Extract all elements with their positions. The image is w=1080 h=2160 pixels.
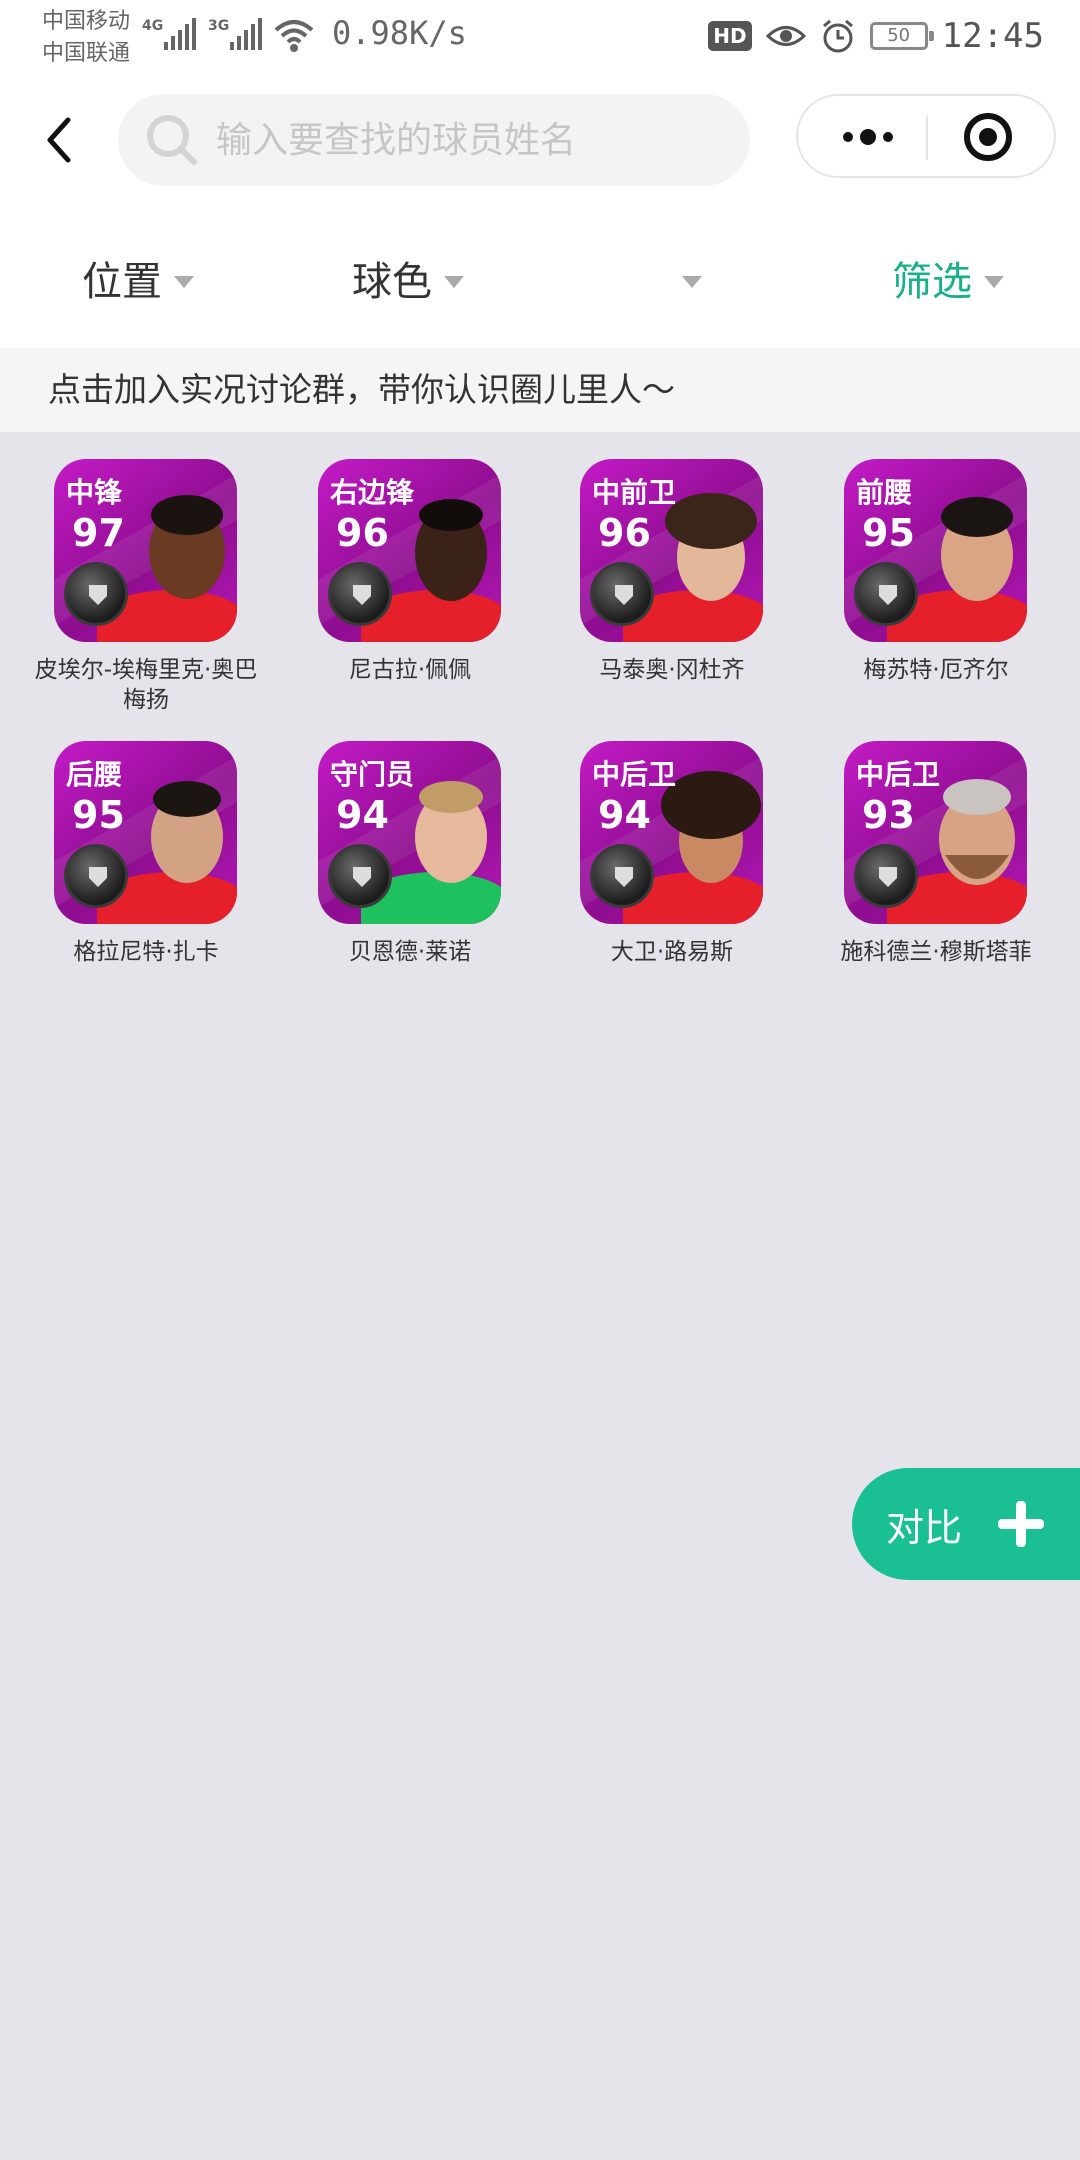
player-position: 中后卫 [856, 758, 941, 791]
player-position: 守门员 [330, 758, 415, 791]
filter-screen-label: 筛选 [892, 259, 972, 305]
player-tile[interactable]: 前腰 95 [844, 459, 1027, 642]
compare-label: 对比 [886, 1505, 963, 1550]
caret-down-icon [682, 276, 702, 288]
player-rating: 95 [862, 511, 915, 555]
player-name: 格拉尼特·扎卡 [73, 939, 219, 965]
club-badge-icon [854, 844, 918, 908]
player-name: 皮埃尔-埃梅里克·奥巴梅扬 [34, 657, 258, 713]
player-rating: 96 [336, 511, 389, 555]
filter-third[interactable] [670, 250, 702, 314]
player-name: 大卫·路易斯 [610, 939, 734, 965]
carriers: 中国移动 中国联通 [42, 6, 130, 70]
hd-badge: HD [708, 21, 752, 51]
filter-position[interactable]: 位置 [82, 250, 194, 314]
player-tile[interactable]: 中锋 97 [54, 459, 237, 642]
player-tile[interactable]: 后腰 95 [54, 741, 237, 924]
mini-program-capsule [796, 94, 1056, 178]
more-icon[interactable] [818, 106, 918, 168]
caret-down-icon [984, 276, 1004, 288]
filter-position-label: 位置 [82, 259, 162, 305]
join-group-banner[interactable]: 点击加入实况讨论群，带你认识圈儿里人～ [0, 348, 1080, 432]
player-position: 中前卫 [592, 476, 677, 509]
player-rating: 93 [862, 793, 915, 837]
compare-button[interactable]: 对比 [852, 1468, 1080, 1580]
wifi-icon [274, 20, 314, 52]
player-portrait-icon [149, 495, 225, 599]
back-arrow-icon[interactable] [36, 110, 86, 170]
battery-icon: 50 [869, 22, 934, 50]
player-tile[interactable]: 守门员 94 [318, 741, 501, 924]
club-badge-icon [854, 562, 918, 626]
search-icon [147, 115, 197, 165]
header-area: 中国移动 中国联通 4G 3G 0.98K/s HD 50 12:45 输入要查… [0, 0, 1080, 432]
net-label-2: 3G [208, 18, 229, 34]
network-speed: 0.98K/s [332, 14, 467, 52]
player-name: 马泰奥·冈杜齐 [599, 657, 745, 683]
player-tile[interactable]: 右边锋 96 [318, 459, 501, 642]
club-badge-icon [590, 844, 654, 908]
player-position: 前腰 [856, 476, 913, 509]
signal-icon-2: 3G [208, 18, 262, 50]
player-position: 中后卫 [592, 758, 677, 791]
club-badge-icon [590, 562, 654, 626]
player-position: 中锋 [66, 476, 123, 509]
caret-down-icon [174, 276, 194, 288]
search-bar[interactable] [118, 94, 750, 186]
player-position: 右边锋 [330, 476, 415, 509]
close-target-icon[interactable] [938, 106, 1038, 168]
search-input[interactable] [216, 108, 716, 172]
player-tile[interactable]: 中后卫 93 [844, 741, 1027, 924]
player-position: 后腰 [66, 758, 123, 791]
player-rating: 94 [598, 793, 651, 837]
capsule-divider [926, 116, 928, 160]
filter-color[interactable]: 球色 [352, 250, 464, 314]
eye-icon [765, 26, 806, 46]
status-bar: 中国移动 中国联通 4G 3G 0.98K/s HD 50 12:45 [0, 0, 1080, 78]
player-rating: 97 [72, 511, 125, 555]
filter-color-label: 球色 [352, 259, 432, 305]
carrier-1: 中国移动 [42, 9, 131, 34]
carrier-2: 中国联通 [42, 41, 131, 66]
club-badge-icon [64, 844, 128, 908]
player-name: 梅苏特·厄齐尔 [863, 657, 1009, 683]
club-badge-icon [64, 562, 128, 626]
clock: 12:45 [941, 16, 1044, 56]
club-badge-icon [328, 562, 392, 626]
signal-icon-1: 4G [142, 18, 196, 50]
player-tile[interactable]: 中前卫 96 [580, 459, 763, 642]
caret-down-icon [444, 276, 464, 288]
player-rating: 95 [72, 793, 125, 837]
player-rating: 96 [598, 511, 651, 555]
plus-icon [998, 1501, 1045, 1547]
filter-screen[interactable]: 筛选 [892, 250, 1004, 314]
net-label-1: 4G [142, 18, 163, 34]
player-name: 贝恩德·莱诺 [348, 939, 472, 965]
club-badge-icon [328, 844, 392, 908]
player-portrait-icon [941, 497, 1013, 601]
status-icons: HD 50 12:45 [708, 14, 1044, 58]
alarm-icon [822, 19, 853, 53]
player-name: 施科德兰·穆斯塔菲 [840, 939, 1032, 965]
player-portrait-icon [151, 781, 223, 883]
player-tile[interactable]: 中后卫 94 [580, 741, 763, 924]
player-rating: 94 [336, 793, 389, 837]
player-name: 尼古拉·佩佩 [348, 657, 472, 683]
